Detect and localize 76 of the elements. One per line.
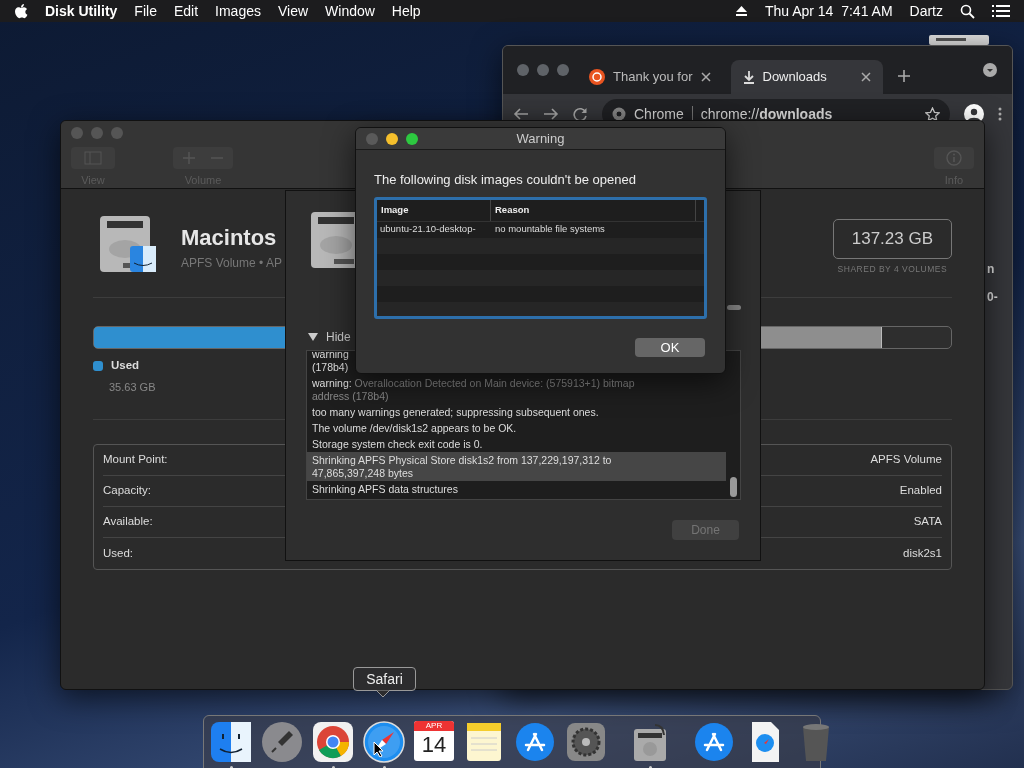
volume-name: Macintos (181, 224, 278, 252)
menu-item[interactable]: Images (215, 0, 261, 22)
capacity-note: SHARED BY 4 VOLUMES (836, 262, 949, 276)
info-value: Enabled (899, 483, 942, 499)
drive-icon[interactable] (928, 34, 990, 46)
list-icon[interactable] (992, 4, 1010, 18)
log-entry: Shrinking APFS data structures (311, 481, 459, 497)
capacity-value: 137.23 GB (832, 219, 952, 259)
finder-icon[interactable] (210, 721, 252, 763)
info-icon (946, 150, 962, 166)
star-icon[interactable] (925, 106, 940, 122)
column-header[interactable]: Reason (491, 199, 696, 221)
download-icon (742, 70, 755, 84)
close-icon[interactable] (700, 72, 711, 82)
ok-button[interactable]: OK (635, 337, 705, 357)
apple-icon[interactable] (14, 3, 28, 19)
search-icon[interactable] (960, 3, 975, 19)
back-arrow-icon[interactable] (513, 107, 529, 121)
tooltip-arrow-icon (376, 690, 390, 697)
menu-item[interactable]: File (134, 0, 157, 22)
app-menu[interactable]: Disk Utility (45, 0, 118, 22)
log-entry: Storage system check exit code is 0. (311, 436, 484, 452)
menu-clock[interactable]: Thu Apr 14 7:41 AM (764, 0, 893, 22)
legend-label: Used (111, 358, 140, 374)
menu-item[interactable]: View (277, 0, 309, 22)
page-text: n (987, 261, 995, 278)
plus-icon[interactable] (896, 69, 911, 83)
info-label: Available: (103, 514, 153, 530)
more-icon[interactable] (998, 107, 1002, 121)
calendar-icon[interactable]: APR 14 (414, 721, 454, 761)
info-value: SATA (913, 514, 942, 530)
info-value: APFS Volume (870, 452, 942, 468)
info-label: Mount Point: (103, 452, 168, 468)
circle-logo-icon (589, 69, 605, 85)
pointer-icon (373, 741, 385, 757)
volume-subtitle: APFS Volume • AP (181, 255, 282, 272)
dropdown-icon[interactable] (982, 62, 998, 78)
table-cell-text: no mountable file systems (494, 222, 605, 237)
app-store-icon[interactable] (514, 721, 556, 763)
disclosure-toggle[interactable]: Hide (308, 328, 351, 346)
hard-drive-icon (97, 213, 157, 275)
log-entry: Shrinking APFS Physical Store disk1s2 from 137,229,197,312 to 47,865,397,248 bytes (307, 452, 726, 481)
info-label: Used: (103, 545, 134, 561)
log-entry: warning: Overallocation Detected on Main device: (575913+1) bitmap address (178b4) (311, 375, 636, 404)
chrome-logo-icon[interactable] (312, 721, 354, 763)
column-header[interactable]: Image (377, 199, 491, 221)
log-entry: The volume /dev/disk1s2 appears to be OK. (311, 420, 518, 436)
dialog-title: Warning (515, 129, 566, 148)
app-store-icon[interactable] (693, 721, 735, 763)
browser-tab[interactable]: Downloads (730, 60, 883, 94)
close-button[interactable] (517, 64, 529, 76)
minimize-button[interactable] (537, 64, 549, 76)
page-text: 0- (987, 289, 998, 306)
user-menu[interactable]: Dartz (909, 0, 943, 22)
eject-icon[interactable] (734, 5, 748, 17)
reload-icon[interactable] (573, 106, 588, 122)
compass-icon[interactable] (363, 721, 405, 763)
minimize-button[interactable] (386, 132, 398, 145)
progress-indicator (727, 305, 741, 310)
menu-item[interactable]: Edit (173, 0, 199, 22)
menu-item[interactable]: Help (391, 0, 421, 22)
gear-icon[interactable] (565, 721, 607, 763)
legend-value: 35.63 GB (109, 379, 156, 395)
zoom-button[interactable] (557, 64, 569, 76)
forward-arrow-icon[interactable] (543, 107, 559, 121)
table-cell-text: ubuntu-21.10-desktop- (379, 222, 477, 237)
browser-tab[interactable]: Thank you for (577, 60, 723, 94)
log-entry: too many warnings generated; suppressing subsequent ones. (311, 404, 600, 420)
info-label: Capacity: (103, 483, 151, 499)
dialog-message: The following disk images couldn't be opened (374, 171, 637, 189)
close-icon[interactable] (860, 72, 871, 82)
scrollbar-thumb[interactable] (730, 477, 737, 497)
info-value: disk2s1 (903, 545, 942, 561)
menu-item[interactable]: Window (325, 0, 375, 22)
sidebar-toggle-button[interactable] (71, 147, 115, 169)
zoom-button[interactable] (406, 132, 418, 145)
